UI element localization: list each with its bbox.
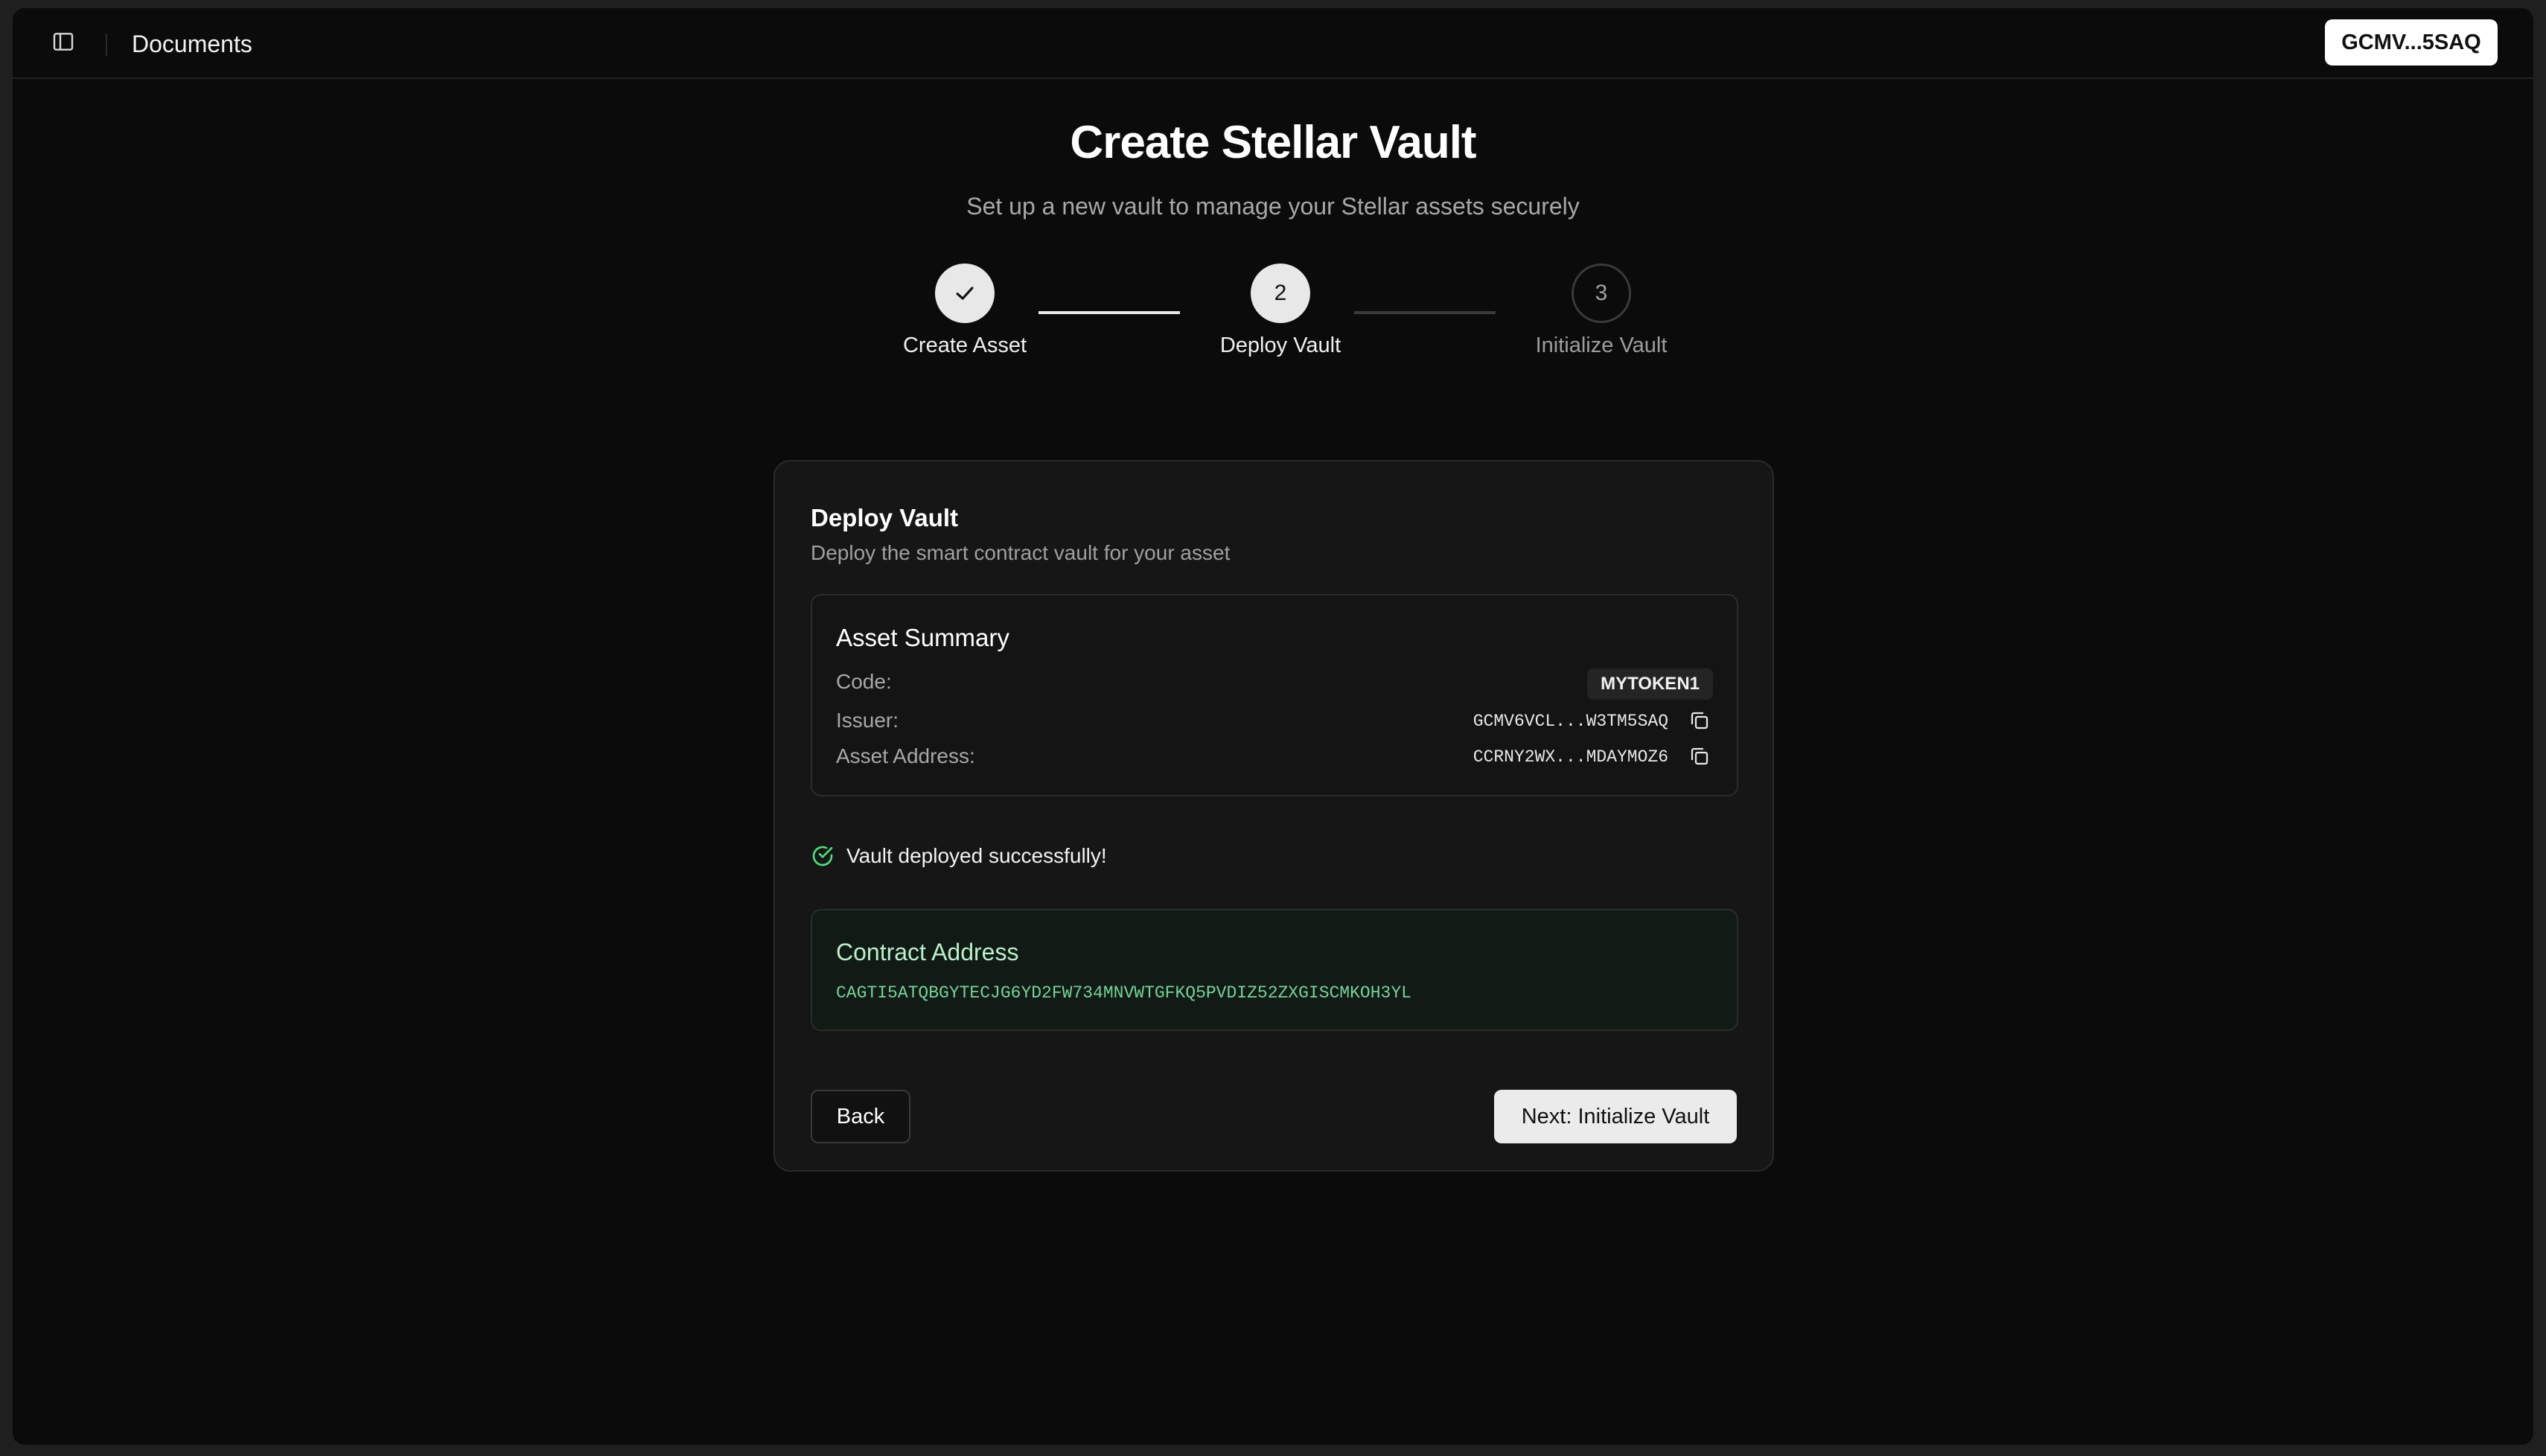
step-connector-complete <box>1038 311 1180 314</box>
wallet-address-button[interactable]: GCMV...5SAQ <box>2325 19 2498 66</box>
back-button[interactable]: Back <box>811 1090 910 1143</box>
card-title: Deploy Vault <box>811 504 959 531</box>
asset-address-label: Asset Address: <box>836 744 975 767</box>
next-initialize-vault-button[interactable]: Next: Initialize Vault <box>1494 1090 1737 1143</box>
card-description: Deploy the smart contract vault for your… <box>811 541 1231 564</box>
step-initialize-vault: 3 Initialize Vault <box>1505 264 1698 358</box>
contract-address-box: Contract Address CAGTI5ATQBGYTECJG6YD2FW… <box>811 909 1738 1031</box>
check-circle-icon <box>812 846 833 866</box>
copy-issuer-icon[interactable] <box>1685 706 1714 735</box>
check-icon <box>935 264 995 323</box>
step-label: Create Asset <box>902 333 1027 357</box>
page-subtitle: Set up a new vault to manage your Stella… <box>966 193 1580 220</box>
page-breadcrumb: Documents <box>132 31 252 57</box>
step-create-asset: Create Asset <box>868 264 1062 358</box>
top-bar: Documents GCMV...5SAQ <box>13 8 2533 79</box>
step-connector-pending <box>1354 311 1496 314</box>
sidebar-toggle-icon[interactable] <box>48 27 78 57</box>
step-number: 2 <box>1251 264 1310 323</box>
deploy-vault-card: Deploy Vault Deploy the smart contract v… <box>773 460 1774 1172</box>
issuer-label: Issuer: <box>836 709 899 732</box>
page-title: Create Stellar Vault <box>1070 117 1476 168</box>
asset-summary: Asset Summary Code: MYTOKEN1 Issuer: GCM… <box>811 594 1738 796</box>
contract-address-title: Contract Address <box>836 939 1019 965</box>
success-text: Vault deployed successfully! <box>846 844 1107 867</box>
asset-code-badge: MYTOKEN1 <box>1587 668 1713 700</box>
step-number: 3 <box>1572 264 1631 323</box>
topbar-divider <box>106 33 107 56</box>
copy-asset-address-icon[interactable] <box>1685 741 1714 771</box>
app-window: Documents GCMV...5SAQ Create Stellar Vau… <box>13 8 2533 1445</box>
contract-address-value[interactable]: CAGTI5ATQBGYTECJG6YD2FW734MNVWTGFKQ5PVDI… <box>836 983 1411 1003</box>
issuer-value: GCMV6VCL...W3TM5SAQ <box>1473 712 1668 731</box>
asset-address-value: CCRNY2WX...MDAYMOZ6 <box>1473 747 1668 767</box>
deploy-success-message: Vault deployed successfully! <box>811 844 1107 868</box>
code-label: Code: <box>836 670 892 693</box>
asset-summary-title: Asset Summary <box>836 624 1009 651</box>
step-label: Deploy Vault <box>1219 333 1341 357</box>
step-label: Initialize Vault <box>1535 333 1668 357</box>
step-deploy-vault: 2 Deploy Vault <box>1184 264 1377 358</box>
